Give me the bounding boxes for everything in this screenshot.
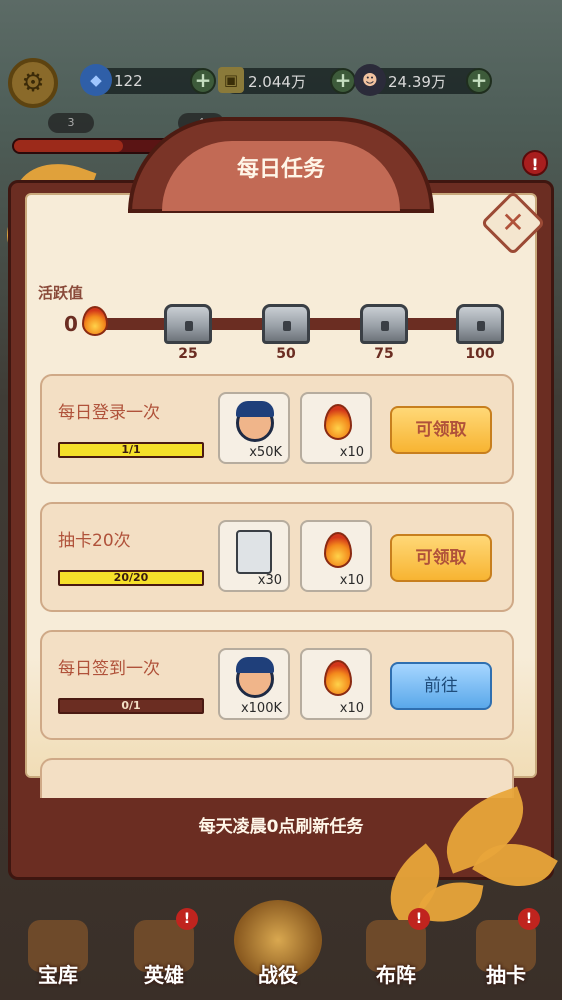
nav-heroes[interactable]: ! 英雄: [114, 890, 214, 1000]
task-progress-bar: 1/1: [58, 442, 204, 458]
reward-slot[interactable]: x30: [218, 520, 290, 592]
milestone-label-75: 75: [374, 346, 394, 362]
task-progress-text: 0/1: [121, 699, 141, 712]
chest-icon-25[interactable]: [164, 304, 212, 344]
milestone-label-50: 50: [276, 346, 296, 362]
go-button[interactable]: 前往: [390, 662, 492, 710]
nav-label: 宝库: [38, 963, 78, 987]
reward-slot[interactable]: x100K: [218, 648, 290, 720]
task-progress-bar: 20/20: [58, 570, 204, 586]
flame-icon: [324, 532, 352, 568]
task-card: 每日签到一次 0/1 x100K x10 前往: [40, 630, 514, 740]
task-progress-text: 1/1: [121, 443, 141, 456]
activity-value: 0: [64, 312, 78, 336]
panel-title: 每日任务: [236, 157, 325, 182]
hero-exp-counter: ☻ 24.39万 +: [354, 64, 492, 96]
chest-icon-50[interactable]: [262, 304, 310, 344]
reward-slot[interactable]: x10: [300, 648, 372, 720]
alert-badge: !: [518, 908, 540, 930]
reward-slot[interactable]: x10: [300, 392, 372, 464]
reward-qty: x10: [339, 445, 364, 460]
nav-label: 战役: [258, 963, 298, 987]
task-title: 每日签到一次: [58, 659, 160, 679]
add-gem-button[interactable]: +: [190, 68, 216, 94]
reward-slot[interactable]: x10: [300, 520, 372, 592]
reward-qty: x30: [257, 573, 282, 588]
hero-head-icon: [236, 657, 274, 698]
chest-icon-100[interactable]: [456, 304, 504, 344]
close-icon: ✕: [501, 206, 525, 239]
nav-treasury[interactable]: 宝库: [8, 890, 108, 1000]
hero-head-icon: ☻: [354, 64, 386, 96]
nav-label: 布阵: [376, 963, 416, 987]
alert-badge: !: [408, 908, 430, 930]
add-hero-exp-button[interactable]: +: [466, 68, 492, 94]
coin-value: 2.044万: [248, 72, 306, 91]
task-title: 抽卡20次: [58, 531, 131, 551]
milestone-label-100: 100: [465, 346, 495, 362]
nav-label: 英雄: [144, 963, 184, 987]
reward-qty: x10: [339, 573, 364, 588]
gem-icon: ◆: [80, 64, 112, 96]
flame-icon: [324, 404, 352, 440]
settings-gear-icon[interactable]: ⚙: [8, 58, 58, 108]
chest-icon-75[interactable]: [360, 304, 408, 344]
resource-bar: ⚙ ◆ 122 + ▣ 2.044万 + ☻ 24.39万 +: [0, 58, 562, 108]
task-card: 抽卡20次 20/20 x30 x10 可领取: [40, 502, 514, 612]
flame-icon: [82, 306, 108, 336]
activity-label: 活跃值: [38, 284, 84, 302]
summon-card-icon: [236, 530, 272, 574]
reward-qty: x100K: [240, 701, 282, 716]
reward-slot[interactable]: x50K: [218, 392, 290, 464]
hero-head-icon: [236, 401, 274, 442]
bottom-navigation: 宝库 ! 英雄 战役 ! 布阵 ! 抽卡: [0, 890, 562, 1000]
task-card: 每日登录一次 1/1 x50K x10 可领取: [40, 374, 514, 484]
claim-button[interactable]: 可领取: [390, 534, 492, 582]
gem-value: 122: [114, 72, 143, 90]
reward-qty: x10: [339, 701, 364, 716]
nav-summon[interactable]: ! 抽卡: [456, 890, 556, 1000]
nav-formation[interactable]: ! 布阵: [346, 890, 446, 1000]
coin-icon: ▣: [218, 67, 244, 93]
hero-exp-value: 24.39万: [388, 72, 446, 91]
panel-title-arch: 每日任务: [128, 117, 434, 213]
notification-badge[interactable]: !: [522, 150, 548, 176]
task-card-partial: [40, 758, 514, 798]
milestone-label-25: 25: [178, 346, 198, 362]
nav-campaign[interactable]: 战役: [228, 890, 328, 1000]
nav-label: 抽卡: [486, 963, 526, 987]
flame-icon: [324, 660, 352, 696]
add-coin-button[interactable]: +: [330, 68, 356, 94]
status-pill-1: 3: [48, 113, 94, 133]
coin-counter: ▣ 2.044万 +: [218, 67, 356, 94]
task-progress-text: 20/20: [113, 571, 149, 584]
alert-badge: !: [176, 908, 198, 930]
reward-qty: x50K: [249, 445, 282, 460]
task-progress-bar: 0/1: [58, 698, 204, 714]
task-title: 每日登录一次: [58, 403, 160, 423]
gem-counter: ◆ 122 +: [80, 64, 216, 96]
claim-button[interactable]: 可领取: [390, 406, 492, 454]
